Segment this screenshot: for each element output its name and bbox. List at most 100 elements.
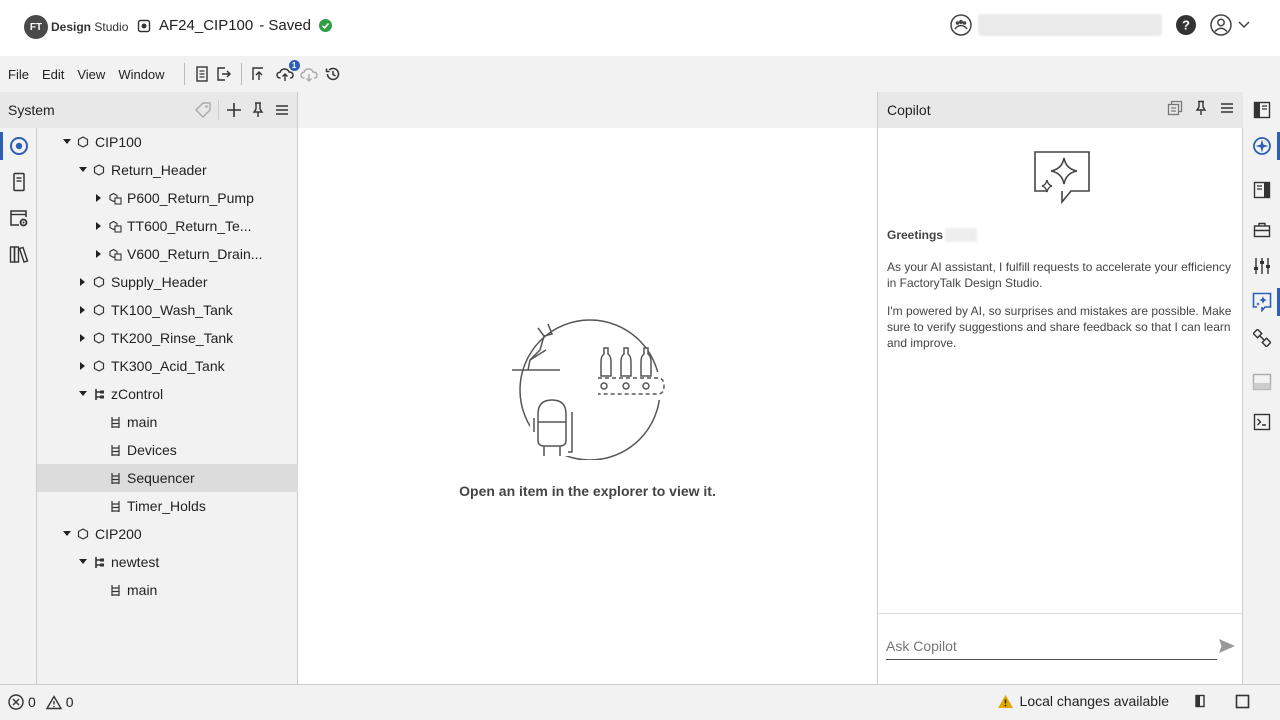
toolbox-tab[interactable] bbox=[1243, 212, 1280, 248]
controller-tab[interactable] bbox=[0, 164, 37, 200]
tag-icon[interactable] bbox=[194, 101, 212, 119]
output-tab[interactable] bbox=[1243, 364, 1280, 400]
compass-icon bbox=[1252, 137, 1271, 155]
checkin-icon bbox=[251, 67, 263, 80]
document-list-icon bbox=[195, 66, 208, 82]
organization-name-redacted bbox=[978, 14, 1162, 36]
save-status: - Saved bbox=[259, 17, 311, 34]
copilot-tab[interactable] bbox=[1243, 284, 1280, 320]
caret-right-icon[interactable] bbox=[77, 278, 89, 286]
logo-badge: FT bbox=[24, 15, 48, 39]
tree-item-label: zControl bbox=[111, 386, 164, 402]
logo-text: Design Studio bbox=[51, 20, 129, 34]
error-icon bbox=[8, 694, 24, 710]
caret-right-icon[interactable] bbox=[93, 194, 105, 202]
tree-item[interactable]: P600_Return_Pump bbox=[37, 184, 298, 212]
tree-item[interactable]: main bbox=[37, 576, 298, 604]
ladder-icon bbox=[107, 500, 123, 513]
adjustments-tab[interactable] bbox=[1243, 248, 1280, 284]
details-tab[interactable] bbox=[1243, 172, 1280, 208]
caret-right-icon[interactable] bbox=[93, 250, 105, 258]
caret-right-icon[interactable] bbox=[77, 362, 89, 370]
tree-item-label: CIP100 bbox=[95, 134, 142, 150]
hexagon-icon bbox=[91, 304, 107, 316]
layout-toggle-icon[interactable] bbox=[1193, 694, 1207, 708]
controller-icon bbox=[91, 556, 107, 569]
editor-area: Open an item in the explorer to view it. bbox=[298, 128, 877, 684]
tree-item-label: main bbox=[127, 414, 158, 430]
tree-item[interactable]: CIP100 bbox=[37, 128, 298, 156]
tree-item[interactable]: newtest bbox=[37, 548, 298, 576]
tree-item[interactable]: Sequencer bbox=[37, 464, 298, 492]
status-bar: 0 0 Local changes available bbox=[0, 684, 1280, 720]
ask-copilot-input[interactable] bbox=[886, 632, 1217, 660]
tree-item-label: TT600_Return_Te... bbox=[127, 218, 252, 234]
tree-item[interactable]: Supply_Header bbox=[37, 268, 298, 296]
ladder-icon bbox=[107, 584, 123, 597]
menu-window[interactable]: Window bbox=[118, 67, 174, 82]
caret-right-icon[interactable] bbox=[93, 222, 105, 230]
caret-right-icon[interactable] bbox=[77, 334, 89, 342]
organization-selector[interactable] bbox=[950, 14, 1162, 36]
tree-item[interactable]: TK100_Wash_Tank bbox=[37, 296, 298, 324]
copilot-disclaimer-text: I'm powered by AI, so surprises and mist… bbox=[887, 304, 1232, 350]
properties-tab[interactable] bbox=[1243, 92, 1280, 128]
tree-item[interactable]: main bbox=[37, 408, 298, 436]
split-panel-icon bbox=[1253, 181, 1270, 199]
settings-tab[interactable] bbox=[0, 200, 37, 236]
caret-down-icon[interactable] bbox=[61, 531, 73, 537]
checkin-button[interactable] bbox=[248, 63, 270, 85]
tree-item[interactable]: Devices bbox=[37, 436, 298, 464]
settings-window-icon bbox=[9, 210, 27, 227]
add-icon[interactable] bbox=[225, 101, 243, 119]
maximize-icon[interactable] bbox=[1235, 694, 1250, 709]
tree-item[interactable]: V600_Return_Drain... bbox=[37, 240, 298, 268]
copilot-panel-header: Copilot bbox=[877, 92, 1243, 128]
copilot-input-area bbox=[878, 613, 1242, 684]
app-logo[interactable]: FT Design Studio bbox=[24, 14, 128, 40]
caret-down-icon[interactable] bbox=[77, 559, 89, 565]
caret-down-icon[interactable] bbox=[61, 139, 73, 145]
user-name-redacted bbox=[945, 228, 978, 242]
send-icon[interactable] bbox=[1218, 638, 1236, 654]
local-changes-indicator[interactable]: Local changes available bbox=[997, 693, 1169, 709]
tree-item[interactable]: TK200_Rinse_Tank bbox=[37, 324, 298, 352]
menu-file[interactable]: File bbox=[8, 67, 39, 82]
menu-edit[interactable]: Edit bbox=[42, 67, 74, 82]
tree-item[interactable]: Timer_Holds bbox=[37, 492, 298, 520]
export-button[interactable] bbox=[213, 63, 235, 85]
ladder-icon bbox=[107, 472, 123, 485]
new-document-button[interactable] bbox=[191, 63, 213, 85]
caret-down-icon[interactable] bbox=[77, 167, 89, 173]
tree-item[interactable]: zControl bbox=[37, 380, 298, 408]
user-menu[interactable] bbox=[1210, 14, 1250, 36]
pin-icon[interactable] bbox=[249, 101, 267, 119]
hamburger-menu-icon[interactable] bbox=[273, 101, 291, 119]
tree-item[interactable]: TK300_Acid_Tank bbox=[37, 352, 298, 380]
sliders-icon bbox=[1253, 258, 1270, 274]
tree-item[interactable]: CIP200 bbox=[37, 520, 298, 548]
menu-view[interactable]: View bbox=[77, 67, 115, 82]
tree-item-label: V600_Return_Drain... bbox=[127, 246, 263, 262]
tree-item[interactable]: Return_Header bbox=[37, 156, 298, 184]
pin-icon[interactable] bbox=[1193, 100, 1209, 116]
terminal-tab[interactable] bbox=[1243, 404, 1280, 440]
library-tab[interactable] bbox=[0, 236, 37, 272]
tree-item[interactable]: TT600_Return_Te... bbox=[37, 212, 298, 240]
download-button[interactable] bbox=[298, 63, 320, 85]
help-icon[interactable]: ? bbox=[1176, 15, 1196, 35]
connections-tab[interactable] bbox=[1243, 320, 1280, 356]
empty-state-illustration-icon bbox=[512, 319, 665, 460]
export-icon bbox=[216, 67, 231, 81]
upload-button[interactable]: 1 bbox=[274, 60, 300, 85]
system-explorer-tab[interactable] bbox=[0, 128, 37, 164]
copilot-history-icon[interactable] bbox=[1167, 100, 1183, 116]
hamburger-menu-icon[interactable] bbox=[1219, 100, 1235, 116]
caret-down-icon[interactable] bbox=[77, 391, 89, 397]
caret-right-icon[interactable] bbox=[77, 306, 89, 314]
history-button[interactable] bbox=[322, 63, 344, 85]
problems-summary[interactable]: 0 0 bbox=[8, 694, 74, 710]
project-icon bbox=[137, 19, 151, 32]
navigator-tab[interactable] bbox=[1243, 128, 1280, 164]
error-count: 0 bbox=[28, 694, 36, 710]
